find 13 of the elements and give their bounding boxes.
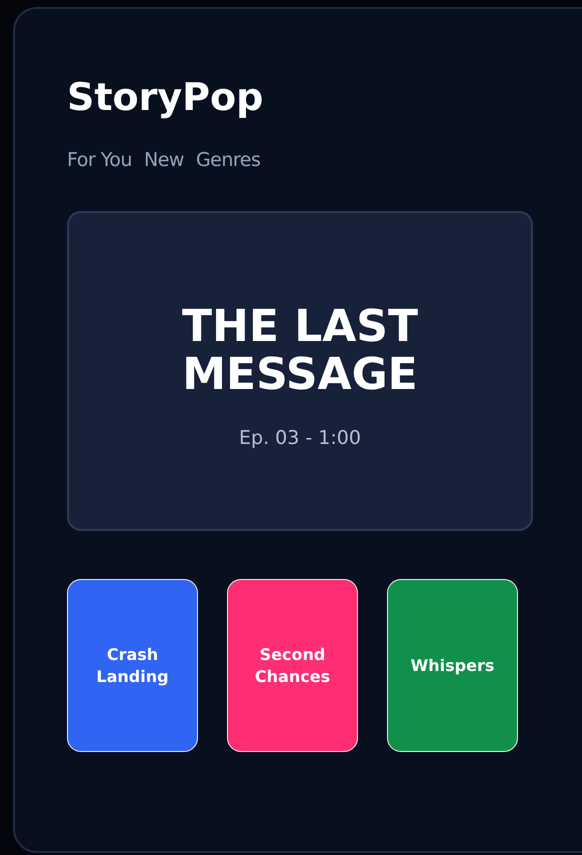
featured-card[interactable]: THE LAST MESSAGE Ep. 03 - 1:00 [67,211,533,531]
nav-link[interactable]: For You [67,147,132,173]
story-title: Whispers [410,654,494,676]
featured-title: THE LAST MESSAGE [180,303,419,399]
nav-link[interactable]: New [144,147,184,173]
episode-info: Ep. 03 - 1:00 [239,426,361,451]
story-card[interactable]: Crash Landing [67,579,198,752]
app-title: StoryPop [67,74,264,121]
nav-link[interactable]: Genres [196,147,260,173]
story-card[interactable]: Second Chances [227,579,358,752]
story-title: Crash Landing [95,644,170,688]
story-title: Second Chances [254,644,332,688]
story-card[interactable]: Whispers [387,579,518,752]
